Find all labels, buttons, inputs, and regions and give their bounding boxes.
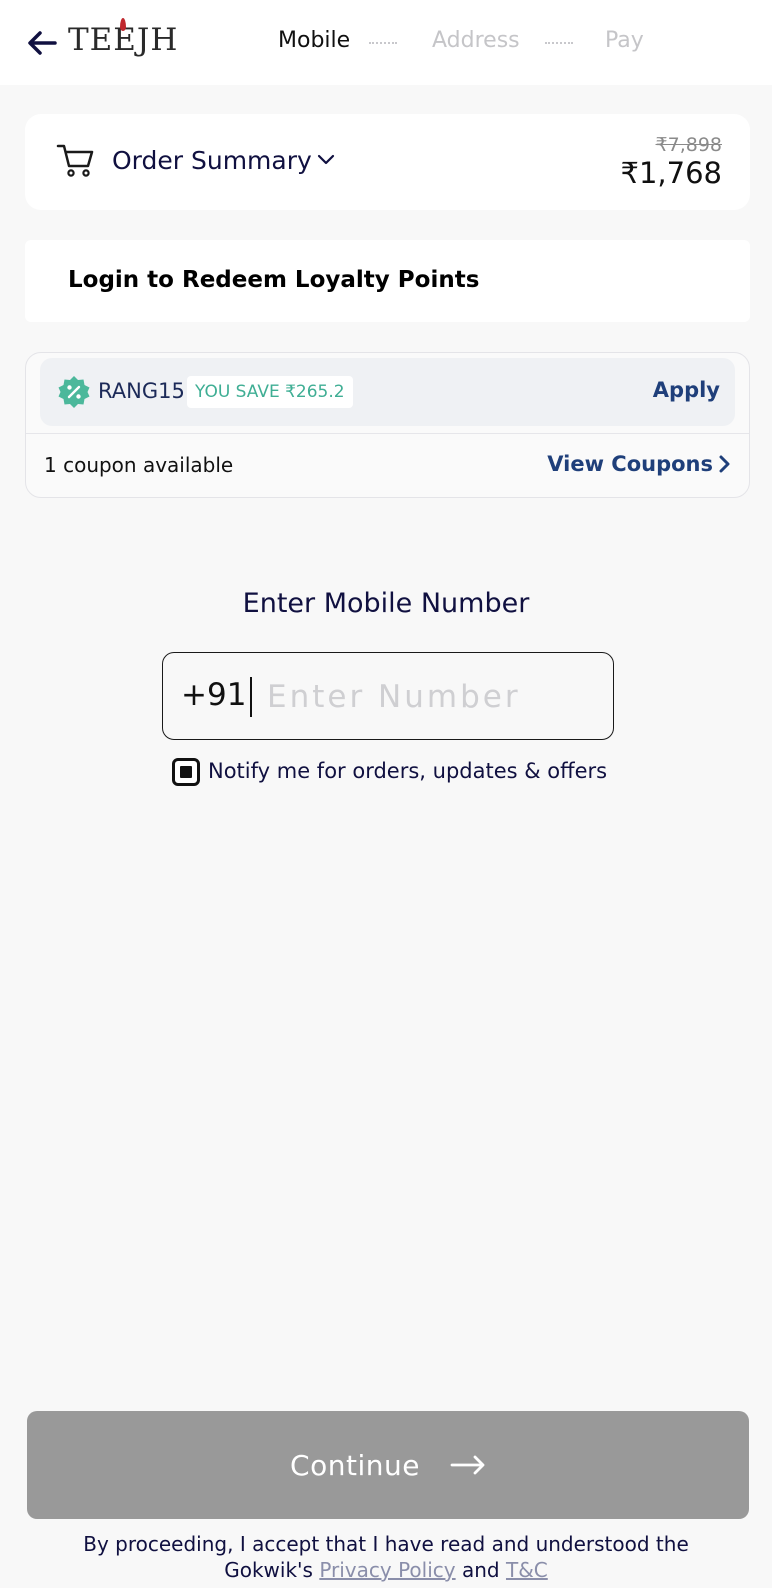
step-connector (545, 42, 573, 44)
chevron-down-icon[interactable] (317, 154, 335, 166)
terms-link[interactable]: T&C (506, 1558, 548, 1582)
checkout-header: TEEJH Mobile Address Pay (0, 0, 772, 85)
privacy-policy-link[interactable]: Privacy Policy (319, 1558, 455, 1582)
final-price: ₹1,768 (620, 156, 722, 190)
order-summary-card[interactable]: Order Summary ₹7,898 ₹1,768 (25, 114, 750, 210)
mobile-section-title: Enter Mobile Number (242, 588, 530, 619)
checkout-steps: Mobile Address Pay (0, 28, 772, 58)
order-summary-label: Order Summary (112, 146, 312, 175)
coupon-code: RANG15 (98, 379, 185, 403)
checkbox-checked-mark (180, 766, 192, 778)
step-mobile: Mobile (278, 28, 351, 53)
step-address: Address (432, 28, 520, 53)
step-connector (369, 42, 397, 44)
arrow-right-icon (450, 1455, 485, 1475)
continue-button[interactable]: Continue (27, 1411, 749, 1519)
view-coupons-label: View Coupons (547, 452, 713, 476)
notify-label: Notify me for orders, updates & offers (208, 759, 608, 783)
terms-disclaimer: By proceeding, I accept that I have read… (40, 1531, 732, 1583)
loyalty-login-label: Login to Redeem Loyalty Points (68, 267, 480, 293)
country-code-divider (250, 677, 252, 717)
view-coupons-button[interactable]: View Coupons (547, 452, 731, 476)
mobile-number-input[interactable] (267, 671, 597, 723)
disclaimer-and: and (461, 1558, 500, 1582)
divider (26, 433, 749, 434)
country-code[interactable]: +91 (181, 677, 246, 713)
coupon-savings-badge: YOU SAVE ₹265.2 (187, 376, 353, 408)
step-pay: Pay (605, 28, 644, 53)
apply-coupon-button[interactable]: Apply (653, 378, 720, 402)
original-price: ₹7,898 (655, 134, 722, 156)
notify-checkbox[interactable] (172, 758, 200, 786)
coupon-card: RANG15 YOU SAVE ₹265.2 Apply 1 coupon av… (25, 352, 750, 498)
chevron-right-icon (719, 455, 730, 473)
phone-input-group: +91 (162, 652, 614, 740)
continue-label: Continue (290, 1448, 420, 1482)
cart-icon (56, 144, 94, 177)
coupon-row: RANG15 YOU SAVE ₹265.2 Apply (40, 358, 735, 426)
loyalty-login-card[interactable]: Login to Redeem Loyalty Points (25, 240, 750, 322)
discount-badge-icon (58, 376, 90, 408)
coupons-available-text: 1 coupon available (44, 453, 234, 477)
